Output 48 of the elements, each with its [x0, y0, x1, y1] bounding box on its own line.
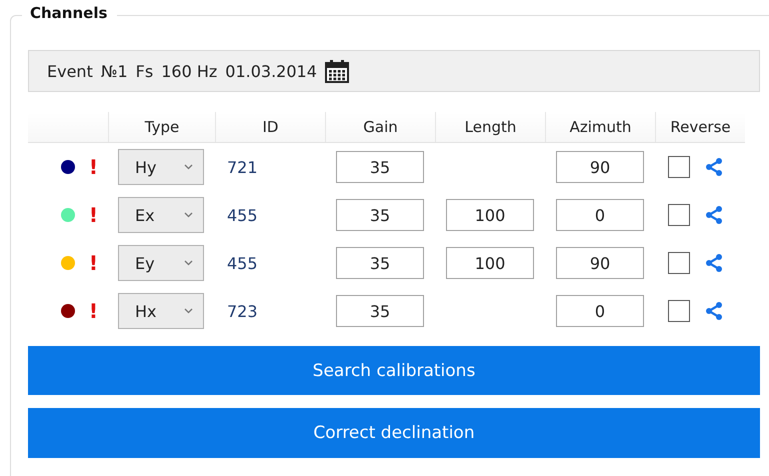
share-icon[interactable] [704, 301, 724, 321]
event-number: №1 [100, 62, 128, 80]
warning-mark: ! [88, 157, 98, 177]
gain-field[interactable]: 35 [336, 199, 424, 231]
azimuth-field[interactable]: 0 [556, 199, 644, 231]
caret-icon [184, 212, 193, 218]
azimuth-field[interactable]: 90 [556, 247, 644, 279]
reverse-checkbox[interactable] [668, 300, 690, 322]
reverse-checkbox[interactable] [668, 156, 690, 178]
reverse-checkbox[interactable] [668, 204, 690, 226]
warning-mark: ! [88, 253, 98, 273]
column-header: ID [215, 112, 325, 142]
event-date: 01.03.2014 [225, 62, 317, 80]
action-button[interactable]: Correct declination [28, 408, 760, 458]
azimuth-field[interactable]: 90 [556, 151, 644, 183]
calendar-icon[interactable] [324, 59, 349, 83]
gain-field[interactable]: 35 [336, 295, 424, 327]
type-dropdown[interactable]: Ex [118, 197, 204, 233]
column-header: Azimuth [545, 112, 655, 142]
column-header: Reverse [655, 112, 745, 142]
gain-field[interactable]: 35 [336, 151, 424, 183]
length-field[interactable]: 100 [446, 199, 534, 231]
channel-id: 455 [226, 206, 259, 224]
type-dropdown[interactable]: Hy [118, 149, 204, 185]
reverse-checkbox[interactable] [668, 252, 690, 274]
type-dropdown[interactable]: Ey [118, 245, 204, 281]
event-label: Event [47, 62, 93, 80]
column-header: Gain [325, 112, 435, 142]
caret-icon [184, 308, 193, 314]
fs-label: Fs [136, 62, 154, 80]
share-icon[interactable] [704, 205, 724, 225]
warning-mark: ! [88, 301, 98, 321]
share-icon[interactable] [704, 157, 724, 177]
share-icon[interactable] [704, 253, 724, 273]
channel-id: 721 [226, 158, 259, 176]
gain-field[interactable]: 35 [336, 247, 424, 279]
length-field[interactable]: 100 [446, 247, 534, 279]
caret-icon [184, 260, 193, 266]
warning-mark: ! [88, 205, 98, 225]
column-header: Type [108, 112, 215, 142]
channel-id: 455 [226, 254, 259, 272]
caret-icon [184, 164, 193, 170]
action-button[interactable]: Search calibrations [28, 346, 760, 395]
type-dropdown[interactable]: Hx [118, 293, 204, 329]
fs-value: 160 Hz [161, 62, 218, 80]
column-header: Length [435, 112, 545, 142]
channel-id: 723 [226, 302, 259, 320]
azimuth-field[interactable]: 0 [556, 295, 644, 327]
